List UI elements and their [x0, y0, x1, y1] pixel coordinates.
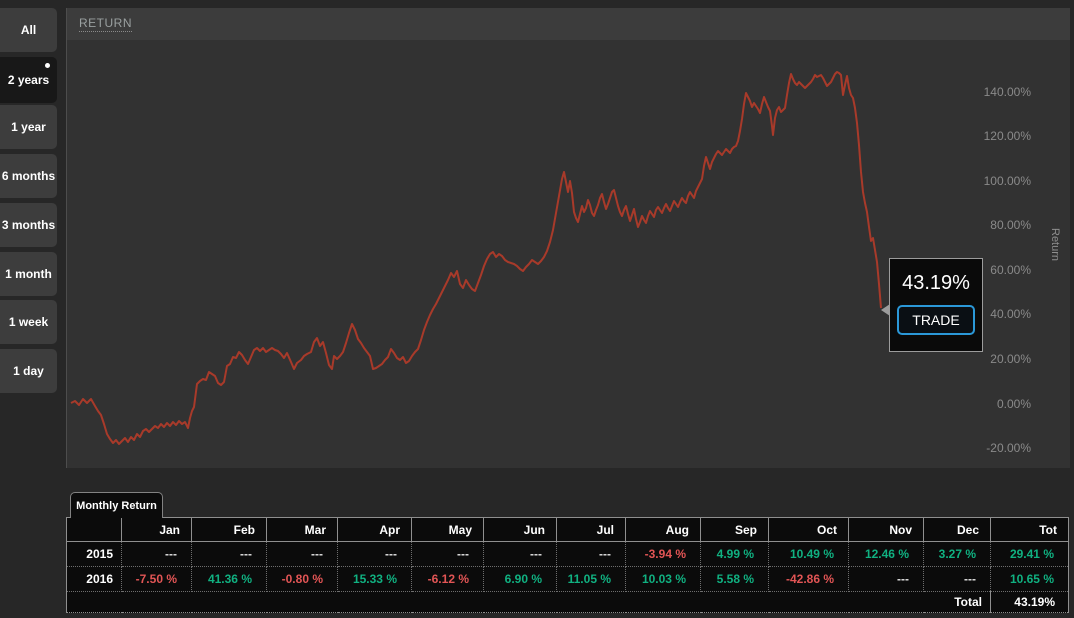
period-button-1-week[interactable]: 1 week	[0, 300, 57, 344]
table-corner-cell	[67, 518, 122, 542]
return-cell-2016-jun: 6.90 %	[484, 567, 557, 592]
period-button-label: 2 years	[8, 73, 49, 87]
month-header-oct: Oct	[769, 518, 849, 542]
tab-monthly-return[interactable]: Monthly Return	[70, 492, 163, 518]
y-axis-tick-40: 40.00%	[990, 307, 1031, 321]
y-axis-tick-100: 100.00%	[984, 174, 1031, 188]
tooltip-arrow	[881, 304, 890, 316]
return-cell-2015-jan: ---	[122, 542, 192, 567]
period-button-2-years[interactable]: 2 years	[0, 57, 57, 103]
return-cell-2016-may: -6.12 %	[412, 567, 484, 592]
return-cell-2016-sep: 5.58 %	[701, 567, 769, 592]
period-button-1-year[interactable]: 1 year	[0, 105, 57, 149]
month-header-may: May	[412, 518, 484, 542]
period-button-label: 1 week	[9, 315, 48, 329]
y-axis-title: Return	[1049, 228, 1061, 261]
selected-period-dot	[45, 63, 50, 68]
month-header-aug: Aug	[626, 518, 701, 542]
chart-plot-area[interactable]: 140.00% 120.00% 100.00% 80.00% 60.00% 40.00% 2…	[67, 40, 1071, 468]
return-cell-2016-oct: -42.86 %	[769, 567, 849, 592]
y-axis-tick-80: 80.00%	[990, 218, 1031, 232]
y-axis-tick-20: 20.00%	[990, 352, 1031, 366]
tab-monthly-return-label: Monthly Return	[76, 500, 157, 512]
total-value: 43.19%	[991, 592, 1069, 613]
chart-title: RETURN	[79, 16, 132, 32]
return-line-series	[71, 72, 881, 444]
period-button-1-month[interactable]: 1 month	[0, 252, 57, 296]
y-axis-tick--20: -20.00%	[986, 441, 1031, 455]
return-cell-2015-jun: ---	[484, 542, 557, 567]
return-cell-2016-jul: 11.05 %	[557, 567, 626, 592]
month-header-jan: Jan	[122, 518, 192, 542]
period-button-3-months[interactable]: 3 months	[0, 203, 57, 247]
return-cell-2015-apr: ---	[338, 542, 412, 567]
y-axis-tick-60: 60.00%	[990, 263, 1031, 277]
period-button-all[interactable]: All	[0, 8, 57, 52]
return-cell-2015-jul: ---	[557, 542, 626, 567]
return-cell-2016-jan: -7.50 %	[122, 567, 192, 592]
month-header-dec: Dec	[924, 518, 991, 542]
return-cell-2015-may: ---	[412, 542, 484, 567]
month-header-sep: Sep	[701, 518, 769, 542]
table-footer-row: Total43.19%	[67, 592, 1069, 613]
month-header-tot: Tot	[991, 518, 1069, 542]
return-cell-2016-aug: 10.03 %	[626, 567, 701, 592]
tooltip-return-value: 43.19%	[890, 272, 982, 295]
chart-panel-header: RETURN	[67, 8, 1070, 40]
month-header-nov: Nov	[849, 518, 924, 542]
return-cell-2016-nov: ---	[849, 567, 924, 592]
month-header-apr: Apr	[338, 518, 412, 542]
year-label-2015: 2015	[67, 542, 122, 567]
period-button-label: 3 months	[2, 218, 55, 232]
year-label-2016: 2016	[67, 567, 122, 592]
trade-button[interactable]: TRADE	[897, 305, 974, 335]
return-cell-2016-mar: -0.80 %	[267, 567, 338, 592]
period-button-1-day[interactable]: 1 day	[0, 349, 57, 393]
return-cell-2016-apr: 15.33 %	[338, 567, 412, 592]
return-chart-panel: RETURN 140.00% 120.00% 100.00% 80.00% 60.00%…	[66, 8, 1070, 468]
y-axis-tick-120: 120.00%	[984, 129, 1031, 143]
return-cell-2015-tot: 29.41 %	[991, 542, 1069, 567]
period-button-label: All	[21, 23, 36, 37]
period-button-label: 1 month	[5, 267, 52, 281]
return-cell-2016-dec: ---	[924, 567, 991, 592]
month-header-feb: Feb	[192, 518, 267, 542]
period-button-label: 1 year	[11, 120, 46, 134]
return-cell-2015-mar: ---	[267, 542, 338, 567]
table-row-2016: 2016-7.50 %41.36 %-0.80 %15.33 %-6.12 %6…	[67, 567, 1069, 592]
y-axis-tick-140: 140.00%	[984, 85, 1031, 99]
y-axis-tick-0: 0.00%	[997, 397, 1031, 411]
return-cell-2016-tot: 10.65 %	[991, 567, 1069, 592]
return-cell-2015-feb: ---	[192, 542, 267, 567]
monthly-return-table: JanFebMarAprMayJunJulAugSepOctNovDecTot2…	[66, 517, 1069, 613]
trade-tooltip: 43.19% TRADE	[889, 258, 983, 352]
return-line-chart	[67, 40, 1071, 468]
month-header-mar: Mar	[267, 518, 338, 542]
total-label: Total	[67, 592, 991, 613]
return-cell-2016-feb: 41.36 %	[192, 567, 267, 592]
period-button-label: 1 day	[13, 364, 44, 378]
month-header-jun: Jun	[484, 518, 557, 542]
period-button-6-months[interactable]: 6 months	[0, 154, 57, 198]
return-cell-2015-oct: 10.49 %	[769, 542, 849, 567]
return-cell-2015-nov: 12.46 %	[849, 542, 924, 567]
return-cell-2015-aug: -3.94 %	[626, 542, 701, 567]
month-header-jul: Jul	[557, 518, 626, 542]
trading-app: All 2 years 1 year 6 months 3 months 1 month 1…	[0, 0, 1074, 618]
return-cell-2015-sep: 4.99 %	[701, 542, 769, 567]
return-cell-2015-dec: 3.27 %	[924, 542, 991, 567]
period-button-label: 6 months	[2, 169, 55, 183]
table-row-2015: 2015----------------------3.94 %4.99 %10…	[67, 542, 1069, 567]
